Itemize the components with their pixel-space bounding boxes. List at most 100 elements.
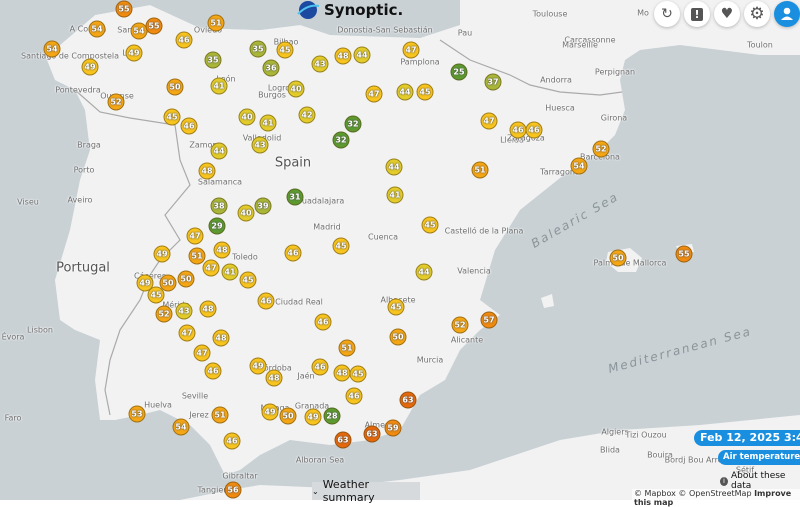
- station-marker[interactable]: 40: [237, 204, 255, 222]
- station-marker[interactable]: 46: [314, 313, 332, 331]
- station-marker[interactable]: 44: [210, 142, 228, 160]
- station-marker[interactable]: 50: [166, 78, 184, 96]
- station-marker[interactable]: 46: [223, 432, 241, 450]
- station-marker[interactable]: 47: [402, 41, 420, 59]
- station-marker[interactable]: 46: [284, 244, 302, 262]
- station-marker[interactable]: 44: [396, 83, 414, 101]
- station-marker[interactable]: 35: [204, 51, 222, 69]
- station-marker[interactable]: 63: [363, 425, 381, 443]
- station-marker[interactable]: 41: [210, 77, 228, 95]
- station-marker[interactable]: 46: [311, 358, 329, 376]
- station-marker[interactable]: 59: [384, 419, 402, 437]
- station-marker[interactable]: 47: [193, 344, 211, 362]
- station-marker[interactable]: 46: [180, 117, 198, 135]
- station-marker[interactable]: 46: [345, 387, 363, 405]
- station-marker[interactable]: 44: [385, 158, 403, 176]
- station-marker[interactable]: 45: [239, 271, 257, 289]
- station-marker[interactable]: 54: [43, 40, 61, 58]
- about-data-link[interactable]: i About these data: [720, 471, 800, 491]
- station-marker[interactable]: 49: [261, 403, 279, 421]
- station-marker[interactable]: 46: [204, 362, 222, 380]
- station-marker[interactable]: 45: [421, 216, 439, 234]
- station-marker[interactable]: 43: [251, 136, 269, 154]
- station-marker[interactable]: 55: [145, 17, 163, 35]
- account-button[interactable]: [774, 1, 800, 27]
- station-marker[interactable]: 48: [333, 364, 351, 382]
- station-marker[interactable]: 46: [257, 292, 275, 310]
- weather-summary-button[interactable]: ⌄ Weather summary: [312, 478, 420, 504]
- feedback-button[interactable]: !: [684, 1, 710, 27]
- station-marker[interactable]: 49: [81, 58, 99, 76]
- station-marker[interactable]: 47: [178, 324, 196, 342]
- station-marker[interactable]: 53: [128, 405, 146, 423]
- station-marker[interactable]: 44: [353, 46, 371, 64]
- station-marker[interactable]: 39: [254, 197, 272, 215]
- station-marker[interactable]: 41: [221, 263, 239, 281]
- station-marker[interactable]: 47: [365, 85, 383, 103]
- station-marker[interactable]: 48: [198, 162, 216, 180]
- station-marker[interactable]: 49: [125, 44, 143, 62]
- station-marker[interactable]: 49: [153, 245, 171, 263]
- station-marker[interactable]: 43: [175, 302, 193, 320]
- station-marker[interactable]: 41: [259, 114, 277, 132]
- station-marker[interactable]: 63: [334, 431, 352, 449]
- station-marker[interactable]: 42: [298, 106, 316, 124]
- station-marker[interactable]: 49: [249, 357, 267, 375]
- station-marker[interactable]: 51: [338, 339, 356, 357]
- station-marker[interactable]: 32: [332, 131, 350, 149]
- station-marker[interactable]: 43: [311, 55, 329, 73]
- station-marker[interactable]: 50: [609, 249, 627, 267]
- station-marker[interactable]: 50: [177, 270, 195, 288]
- station-marker[interactable]: 45: [276, 41, 294, 59]
- station-marker[interactable]: 50: [279, 407, 297, 425]
- station-marker[interactable]: 47: [480, 112, 498, 130]
- station-marker[interactable]: 47: [202, 259, 220, 277]
- station-marker[interactable]: 36: [262, 59, 280, 77]
- station-marker[interactable]: 50: [389, 328, 407, 346]
- station-marker[interactable]: 48: [334, 47, 352, 65]
- station-marker[interactable]: 38: [210, 197, 228, 215]
- favorites-button[interactable]: ♥: [714, 1, 740, 27]
- station-marker[interactable]: 54: [88, 20, 106, 38]
- station-marker[interactable]: 45: [349, 365, 367, 383]
- station-marker[interactable]: 51: [211, 406, 229, 424]
- station-marker[interactable]: 41: [386, 186, 404, 204]
- station-marker[interactable]: 52: [592, 140, 610, 158]
- station-marker[interactable]: 55: [675, 245, 693, 263]
- station-marker[interactable]: 46: [509, 121, 527, 139]
- station-marker[interactable]: 48: [212, 329, 230, 347]
- refresh-button[interactable]: ↻: [654, 1, 680, 27]
- station-marker[interactable]: 31: [286, 188, 304, 206]
- station-marker[interactable]: 45: [332, 237, 350, 255]
- station-marker[interactable]: 45: [163, 108, 181, 126]
- station-marker[interactable]: 48: [213, 241, 231, 259]
- station-marker[interactable]: 28: [323, 407, 341, 425]
- station-marker[interactable]: 55: [115, 0, 133, 18]
- station-marker[interactable]: 35: [249, 40, 267, 58]
- station-marker[interactable]: 46: [525, 121, 543, 139]
- station-marker[interactable]: 25: [450, 63, 468, 81]
- station-marker[interactable]: 51: [188, 247, 206, 265]
- station-marker[interactable]: 54: [172, 418, 190, 436]
- station-marker[interactable]: 47: [186, 227, 204, 245]
- station-marker[interactable]: 48: [265, 369, 283, 387]
- station-marker[interactable]: 32: [344, 115, 362, 133]
- station-marker[interactable]: 54: [570, 157, 588, 175]
- station-marker[interactable]: 29: [208, 217, 226, 235]
- station-marker[interactable]: 57: [480, 311, 498, 329]
- attribution-text[interactable]: © Mapbox © OpenStreetMap: [634, 489, 752, 498]
- variable-selector[interactable]: Air temperature (°F): [718, 450, 800, 465]
- station-marker[interactable]: 56: [224, 481, 242, 499]
- station-marker[interactable]: 52: [155, 305, 173, 323]
- station-marker[interactable]: 46: [175, 31, 193, 49]
- datetime-badge[interactable]: Feb 12, 2025 3:43 PM: [694, 430, 800, 446]
- settings-button[interactable]: ⚙: [744, 1, 770, 27]
- station-marker[interactable]: 45: [147, 286, 165, 304]
- station-marker[interactable]: 45: [387, 298, 405, 316]
- station-marker[interactable]: 48: [199, 300, 217, 318]
- station-marker[interactable]: 49: [304, 408, 322, 426]
- station-marker[interactable]: 52: [107, 93, 125, 111]
- station-marker[interactable]: 37: [484, 73, 502, 91]
- map[interactable]: SantanderDonostia-San SebastiánBilbaoPam…: [0, 0, 800, 500]
- station-marker[interactable]: 63: [399, 391, 417, 409]
